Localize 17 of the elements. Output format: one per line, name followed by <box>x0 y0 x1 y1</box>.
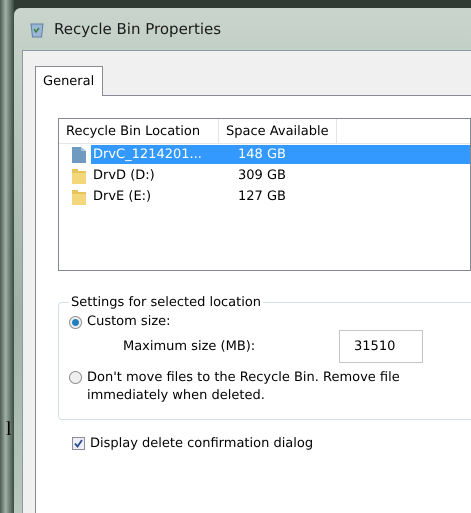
radio-button[interactable] <box>69 371 82 384</box>
field-label: Maximum size (MB): <box>123 339 256 354</box>
list-row[interactable]: DrvD (D:) 309 GB <box>91 166 470 185</box>
radio-button[interactable] <box>69 316 82 329</box>
radio-label[interactable]: Don't move files to the Recycle Bin. Remove file immediately when deleted. <box>87 369 400 405</box>
background-text: l <box>6 418 12 441</box>
drive-icon <box>69 144 89 164</box>
size-field[interactable]: 31510 <box>339 330 423 363</box>
tab[interactable]: General <box>35 66 104 96</box>
checkbox-label[interactable]: Display delete confirmation dialog <box>90 436 314 451</box>
radio-label[interactable]: Custom size: <box>87 314 171 329</box>
group-title: Settings for selected location <box>70 295 262 310</box>
window-title: Recycle Bin Properties <box>54 20 222 38</box>
column-header[interactable]: Space Available <box>219 119 337 143</box>
list-row[interactable]: DrvE (E:) 127 GB <box>91 187 470 206</box>
checkbox[interactable] <box>72 437 85 450</box>
column-header[interactable]: Recycle Bin Location <box>59 119 219 143</box>
